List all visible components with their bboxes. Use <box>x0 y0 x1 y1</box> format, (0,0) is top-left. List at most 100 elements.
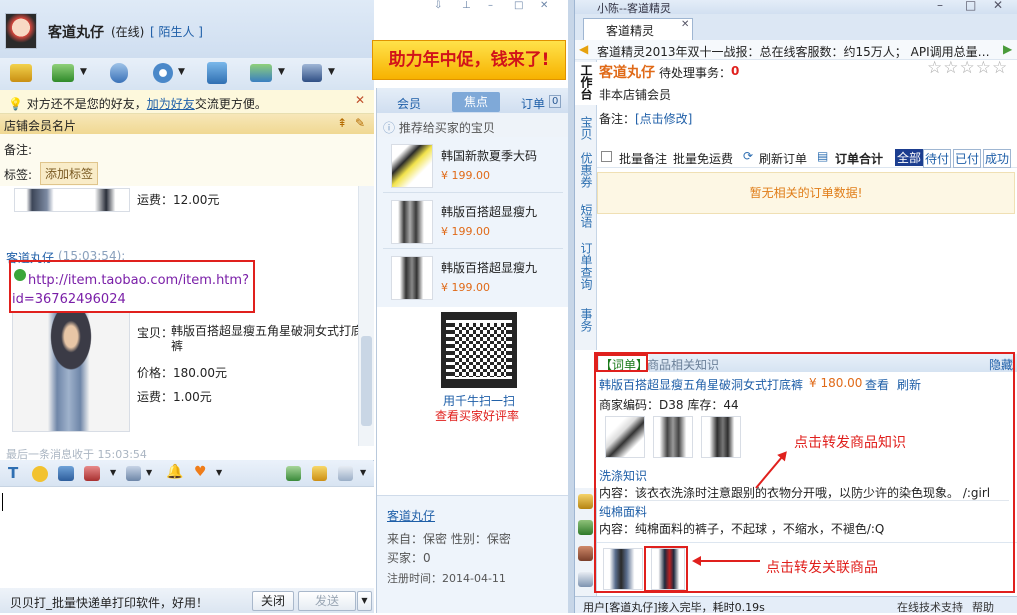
product-image <box>12 312 130 432</box>
quick-phrase-icon[interactable] <box>126 466 141 481</box>
voice-icon[interactable] <box>110 63 128 83</box>
recommend-title: 推荐给买家的宝贝 <box>398 121 495 135</box>
chevron-down-icon[interactable]: ▼ <box>80 67 87 77</box>
font-icon[interactable]: T <box>8 464 18 482</box>
pending-count: 0 <box>731 64 740 78</box>
bell-icon[interactable]: 🔔 <box>166 464 183 480</box>
list-item[interactable]: 韩版百搭超显瘦九 ¥ 199.00 <box>383 253 563 305</box>
refresh-orders[interactable]: 刷新订单 <box>759 150 807 167</box>
refresh-icon[interactable]: ⟳ <box>743 149 753 163</box>
chevron-down-icon[interactable]: ▼ <box>146 468 152 477</box>
chevron-down-icon[interactable]: ▼ <box>278 67 285 77</box>
list-icon[interactable] <box>578 572 593 587</box>
close-icon[interactable]: ✕ <box>993 0 1003 12</box>
promo-banner[interactable]: 助力年中促，钱来了! <box>372 40 566 80</box>
tab-order-query[interactable]: 订单查询 <box>575 242 597 293</box>
close-icon[interactable]: ✕ <box>355 93 365 107</box>
tab-workbench[interactable]: 工作台 <box>575 62 597 105</box>
add-contact-icon[interactable] <box>207 62 227 84</box>
input-toolbar: T ▼ ▼ 🔔 ♥ ▼ ▼ <box>0 461 374 486</box>
window-controls: ⇩ ⊥ – □ ✕ <box>434 0 568 11</box>
member-card-title: 店铺会员名片 <box>4 119 77 133</box>
edit-icon[interactable]: ✎ <box>355 116 365 130</box>
order-total[interactable]: 订单合计 <box>835 150 883 167</box>
product-image <box>391 144 433 188</box>
tab-items[interactable]: 宝贝 <box>575 116 597 143</box>
customer-name[interactable]: 客道丸仔 <box>599 62 655 82</box>
screenshot-icon[interactable] <box>84 466 100 481</box>
remark-label: 备注: <box>4 143 33 157</box>
send-file-icon[interactable] <box>52 64 74 82</box>
msg2-shipping: 运费：1.00元 <box>137 390 212 404</box>
member-type: 非本店铺会员 <box>599 88 672 102</box>
chevron-down-icon[interactable]: ▼ <box>328 67 335 77</box>
tab-kedao[interactable]: 客道精灵 ✕ <box>583 18 693 40</box>
batch-free-shipping[interactable]: 批量免运费 <box>673 150 733 167</box>
filter-success[interactable]: 成功 <box>983 149 1012 168</box>
chevron-down-icon[interactable]: ▼ <box>216 468 222 477</box>
filter-unpaid[interactable]: 待付 <box>923 149 952 168</box>
tab-orders[interactable]: 订单 <box>521 95 545 112</box>
transfer-icon[interactable] <box>10 64 32 82</box>
info-icon: ⓘ <box>383 121 396 135</box>
close-icon[interactable]: ✕ <box>681 19 689 30</box>
contact-relation[interactable]: [ 陌生人 ] <box>150 23 203 40</box>
users-icon[interactable] <box>578 546 593 561</box>
avatar[interactable] <box>5 13 37 49</box>
close-icon[interactable]: ✕ <box>540 0 548 11</box>
close-button[interactable]: 关闭 <box>252 591 294 611</box>
record-icon[interactable] <box>338 466 353 481</box>
expand-icon[interactable]: ▶ <box>1003 42 1012 56</box>
user-icon[interactable] <box>578 520 593 535</box>
qr-code[interactable] <box>441 312 517 388</box>
footer-ad[interactable]: 贝贝打_批量快递单打印软件，好用！ <box>10 594 208 611</box>
list-item[interactable]: 韩版百搭超显瘦九 ¥ 199.00 <box>383 197 563 249</box>
tab-phrases[interactable]: 短语 <box>575 204 597 231</box>
tab-coupons[interactable]: 优惠券 <box>575 152 597 191</box>
maximize-icon[interactable]: □ <box>965 0 976 12</box>
remote-icon[interactable] <box>250 64 272 82</box>
send-options-button[interactable]: ▼ <box>357 591 372 611</box>
scrollbar[interactable] <box>358 186 374 446</box>
image-icon[interactable] <box>58 466 74 481</box>
minimize-icon[interactable]: – <box>937 0 943 12</box>
pin-icon[interactable]: ⊥ <box>462 0 471 11</box>
order-count-badge: 0 <box>549 95 562 108</box>
min-icon[interactable]: ⇩ <box>434 0 442 11</box>
contact-name: 客道丸仔 <box>48 25 104 41</box>
empty-orders: 暂无相关的订单数据! <box>597 172 1015 214</box>
filter-paid[interactable]: 已付 <box>953 149 982 168</box>
chevron-down-icon[interactable]: ▼ <box>178 67 185 77</box>
history-icon[interactable] <box>286 466 301 481</box>
buyer-rating-link[interactable]: 查看买家好评率 <box>435 407 519 424</box>
msg2-item-name: 韩版百搭超显瘦五角星破洞女式打底裤 <box>171 324 364 353</box>
product-price: ¥ 199.00 <box>441 225 490 238</box>
product-image <box>14 188 130 212</box>
tab-member[interactable]: 会员 <box>397 95 421 112</box>
filter-all[interactable]: 全部 <box>895 149 924 166</box>
add-friend-link[interactable]: 加为好友 <box>147 97 195 111</box>
tab-focus[interactable]: 焦点 <box>452 92 500 112</box>
list-item[interactable]: 韩国新款夏季大码 ¥ 199.00 <box>383 141 563 193</box>
add-tag-button[interactable]: 添加标签 <box>40 162 99 185</box>
maximize-icon[interactable]: □ <box>514 0 523 11</box>
tab-affairs[interactable]: 事务 <box>575 308 597 335</box>
send-button[interactable]: 发送 <box>298 591 356 611</box>
favorite-icon[interactable] <box>312 466 327 481</box>
emoji-icon[interactable] <box>32 466 48 482</box>
message-input[interactable] <box>0 486 374 588</box>
video-icon[interactable] <box>153 63 173 83</box>
batch-checkbox[interactable] <box>601 151 612 162</box>
edit-remark-link[interactable]: [点击修改] <box>635 110 692 127</box>
heart-icon[interactable]: ♥ <box>194 464 207 480</box>
chevron-down-icon[interactable]: ▼ <box>110 468 116 477</box>
collapse-icon[interactable]: ⇞ <box>337 116 347 130</box>
minimize-icon[interactable]: – <box>488 0 493 11</box>
remark-label: 备注： <box>599 112 636 126</box>
chevron-down-icon[interactable]: ▼ <box>360 468 366 477</box>
batch-remark[interactable]: 批量备注 <box>619 150 667 167</box>
bulb-icon: 💡 <box>8 97 23 111</box>
edit-icon[interactable] <box>578 494 593 509</box>
more-apps-icon[interactable] <box>302 64 322 82</box>
buyer-name[interactable]: 客道丸仔 <box>387 507 435 524</box>
